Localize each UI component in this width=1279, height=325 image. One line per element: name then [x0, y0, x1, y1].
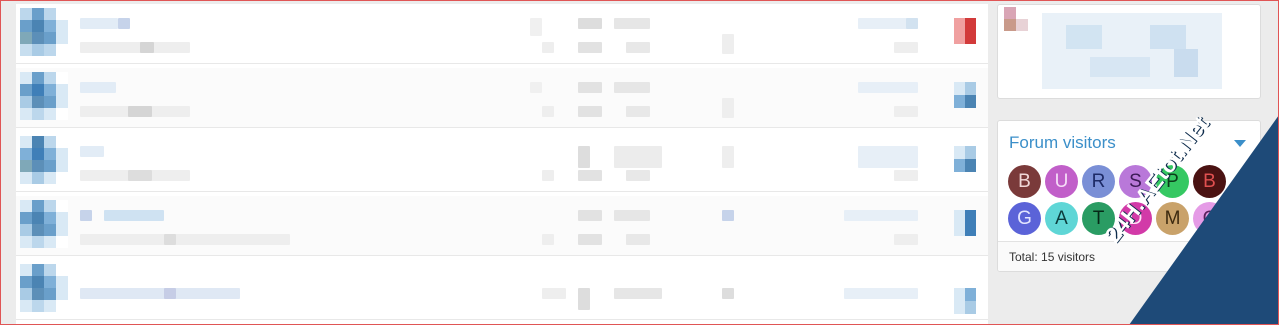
visitor-avatar[interactable]: B: [1008, 165, 1041, 198]
last-post-date-blur[interactable]: [906, 18, 918, 29]
last-post-date-blur[interactable]: [858, 146, 918, 168]
avatar[interactable]: [20, 200, 68, 248]
sidebar-text-blur: [1066, 25, 1102, 49]
avatar[interactable]: [1004, 19, 1016, 31]
last-post-user-blur: [894, 42, 918, 53]
views-label-blur: [578, 170, 602, 181]
views-count-blur: [614, 210, 650, 221]
replies-count-blur: [578, 210, 602, 221]
forum-visitors-title: Forum visitors: [1009, 133, 1116, 152]
visitor-avatar[interactable]: A: [1045, 202, 1078, 235]
last-post-blur: [722, 98, 734, 118]
views-label-blur: [578, 234, 602, 245]
views-count-blur: [614, 146, 662, 168]
thread-row[interactable]: [16, 4, 988, 64]
thread-title-blur[interactable]: [80, 210, 92, 221]
avatar[interactable]: [20, 72, 68, 120]
replies-label-blur: [542, 234, 554, 245]
last-poster-avatar[interactable]: [954, 210, 976, 236]
thread-title-blur[interactable]: [118, 18, 130, 29]
last-post-date-blur[interactable]: [858, 82, 918, 93]
sidebar-text-blur: [1174, 49, 1198, 77]
last-poster-avatar[interactable]: [954, 18, 976, 44]
visitor-avatar[interactable]: G: [1008, 202, 1041, 235]
views-count-blur: [614, 288, 662, 299]
thread-row[interactable]: [16, 132, 988, 192]
views-count-blur: [614, 82, 650, 93]
thread-row[interactable]: [16, 260, 988, 320]
thread-meta-blur: [80, 234, 290, 245]
views-label-blur: [578, 106, 602, 117]
views-label-blur: [626, 170, 650, 181]
views-count-blur: [614, 18, 650, 29]
watermark-corner: [1129, 115, 1279, 325]
avatar[interactable]: [20, 136, 68, 184]
last-post-user-blur: [894, 170, 918, 181]
avatar[interactable]: [20, 264, 68, 312]
replies-count-blur: [578, 82, 602, 93]
last-post-blur: [722, 146, 734, 168]
sidebar-text-blur: [1090, 57, 1150, 77]
views-label-blur: [626, 42, 650, 53]
total-visitors-text: Total: 15 visitors: [1009, 250, 1096, 264]
last-post-blur: [722, 34, 734, 54]
replies-count-blur: [578, 288, 590, 310]
last-post-user-blur: [894, 106, 918, 117]
thread-title-blur[interactable]: [104, 210, 164, 221]
replies-label-blur: [542, 42, 554, 53]
avatar[interactable]: [1004, 7, 1016, 19]
replies-label-blur: [542, 106, 554, 117]
last-post-date-blur[interactable]: [844, 288, 918, 299]
replies-count-blur: [578, 146, 590, 168]
replies-label-blur: [542, 288, 566, 299]
replies-label-blur: [530, 18, 542, 36]
visitor-avatar[interactable]: R: [1082, 165, 1115, 198]
replies-label-blur: [542, 170, 554, 181]
thread-title-blur[interactable]: [164, 288, 176, 299]
last-post-blur: [722, 288, 734, 299]
last-poster-avatar[interactable]: [954, 82, 976, 108]
thread-meta-blur: [140, 42, 154, 53]
last-post-blur: [722, 210, 734, 221]
last-poster-avatar[interactable]: [954, 288, 976, 314]
thread-meta-blur: [128, 106, 152, 117]
last-post-user-blur: [894, 234, 918, 245]
thread-meta-blur: [164, 234, 176, 245]
thread-title-blur[interactable]: [80, 18, 118, 29]
avatar[interactable]: [1016, 19, 1028, 31]
thread-meta-blur: [80, 42, 190, 53]
views-label-blur: [578, 42, 602, 53]
replies-label-blur: [530, 82, 542, 93]
visitor-avatar[interactable]: U: [1045, 165, 1078, 198]
views-label-blur: [626, 234, 650, 245]
last-post-date-blur[interactable]: [844, 210, 918, 221]
avatar[interactable]: [20, 8, 68, 56]
sidebar-text-blur: [1150, 25, 1186, 49]
thread-title-blur[interactable]: [80, 288, 240, 299]
thread-title-blur[interactable]: [80, 146, 104, 157]
thread-row[interactable]: [16, 68, 988, 128]
thread-meta-blur: [128, 170, 152, 181]
replies-count-blur: [578, 18, 602, 29]
thread-row[interactable]: [16, 196, 988, 256]
thread-title-blur[interactable]: [80, 82, 116, 93]
views-label-blur: [626, 106, 650, 117]
last-poster-avatar[interactable]: [954, 146, 976, 172]
thread-list: [16, 4, 988, 325]
